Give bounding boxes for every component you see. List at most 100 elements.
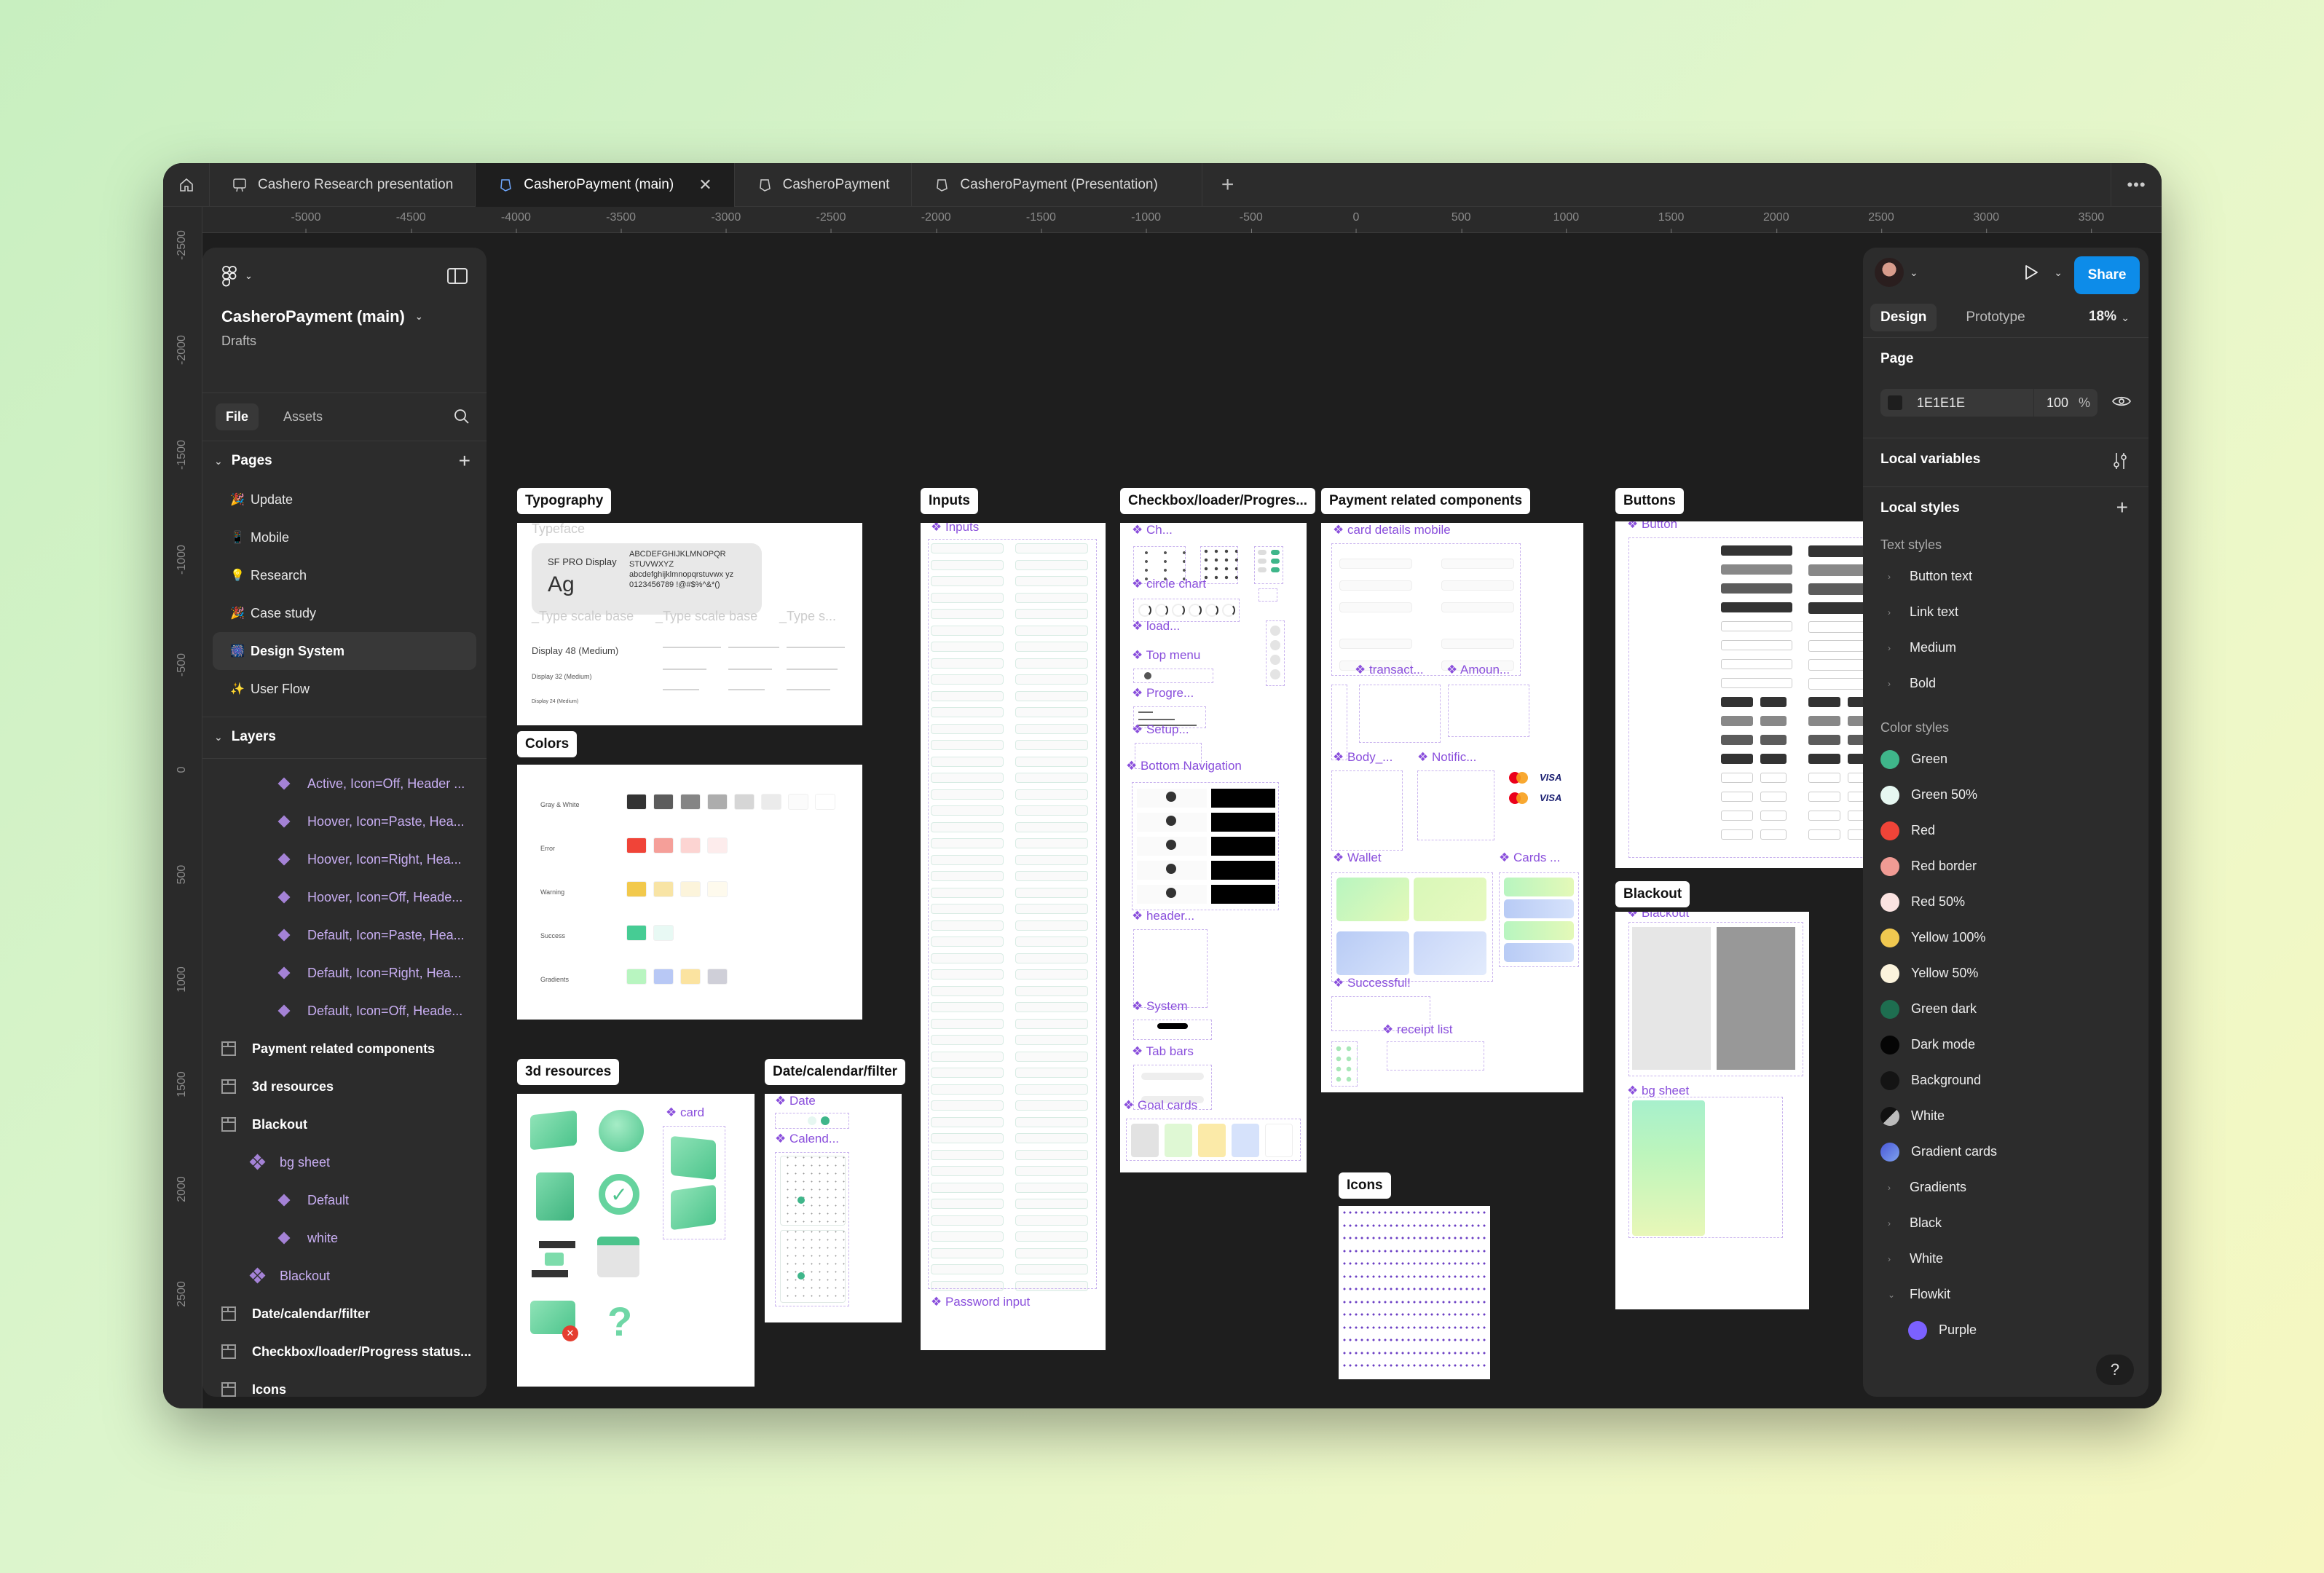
blackout-frame[interactable]: Blackout bg sheet xyxy=(1615,912,1809,1309)
component-bg-sheet-label[interactable]: bg sheet xyxy=(1627,1084,1689,1098)
color-swatch[interactable] xyxy=(707,969,728,985)
share-button[interactable]: Share xyxy=(2074,256,2140,294)
date-calendar-frame[interactable]: Date Calend... xyxy=(765,1094,902,1322)
frame-label-colors[interactable]: Colors xyxy=(517,731,578,757)
typography-frame[interactable]: Typeface SF PRO Display Ag ABCDEFGHIJKLM… xyxy=(517,523,862,725)
main-menu-button[interactable]: ⌄ xyxy=(221,265,468,287)
color-style-item[interactable]: Red border xyxy=(1863,848,2148,884)
color-style-item[interactable]: Dark mode xyxy=(1863,1027,2148,1063)
component-button-label[interactable]: Button xyxy=(1627,521,1677,532)
color-swatch[interactable] xyxy=(626,925,647,941)
new-tab-button[interactable]: + xyxy=(1202,173,1253,197)
body-set[interactable] xyxy=(1331,770,1403,851)
color-swatch[interactable] xyxy=(788,794,808,810)
frame-label-inputs[interactable]: Inputs xyxy=(921,488,978,514)
component-bottom-navigation-label[interactable]: Bottom Navigation xyxy=(1126,759,1242,773)
page-item-mobile[interactable]: 📱 Mobile xyxy=(213,519,476,556)
inputs-frame[interactable]: Inputs Password input xyxy=(921,523,1106,1350)
color-swatch[interactable] xyxy=(653,925,674,941)
color-swatch[interactable] xyxy=(626,969,647,985)
add-page-button[interactable]: + xyxy=(459,449,470,473)
chevron-down-icon[interactable]: ⌄ xyxy=(2121,312,2130,324)
component-progress-label[interactable]: Progre... xyxy=(1132,686,1194,701)
color-style-item[interactable]: Red 50% xyxy=(1863,884,2148,920)
frame-label-payment-components[interactable]: Payment related components xyxy=(1321,488,1531,514)
transactions-set[interactable] xyxy=(1359,685,1441,743)
checkbox-loader-frame[interactable]: Ch... circle chart load... Top menu Prog… xyxy=(1120,523,1307,1172)
layer-item[interactable]: Blackout xyxy=(202,1257,487,1295)
button-set[interactable] xyxy=(1628,537,1888,858)
page-item-design-system[interactable]: 🎆 Design System xyxy=(213,632,476,670)
file-location[interactable]: Drafts xyxy=(221,334,468,349)
component-tab-bars-label[interactable]: Tab bars xyxy=(1132,1044,1194,1059)
layer-item[interactable]: Default, Icon=Paste, Hea... xyxy=(202,916,487,954)
component-loader-label[interactable]: load... xyxy=(1132,619,1180,634)
page-color-field[interactable]: 1E1E1E 100 % xyxy=(1880,389,2097,417)
card-details-set[interactable] xyxy=(1331,543,1521,676)
color-group-item[interactable]: ⌄ Flowkit xyxy=(1863,1277,2148,1312)
component-blackout-label[interactable]: Blackout xyxy=(1627,912,1689,920)
color-swatch[interactable] xyxy=(653,837,674,853)
color-swatch[interactable] xyxy=(707,794,728,810)
frame-label-buttons[interactable]: Buttons xyxy=(1615,488,1684,514)
add-style-button[interactable]: + xyxy=(2116,496,2128,519)
tab-design[interactable]: Design xyxy=(1870,303,1937,331)
component-body-label[interactable]: Body_... xyxy=(1333,750,1393,765)
sidebar-toggle-icon[interactable] xyxy=(447,268,468,284)
page-color-hex[interactable]: 1E1E1E xyxy=(1917,395,2033,411)
color-group-item[interactable]: › White xyxy=(1863,1241,2148,1277)
help-button[interactable]: ? xyxy=(2096,1355,2134,1385)
bottom-navigation-set[interactable] xyxy=(1132,782,1279,910)
color-swatch[interactable] xyxy=(734,794,755,810)
avatar[interactable] xyxy=(1875,258,1904,287)
layer-item[interactable]: Date/calendar/filter xyxy=(202,1295,487,1333)
component-wallet-label[interactable]: Wallet xyxy=(1333,851,1382,865)
color-style-item[interactable]: White xyxy=(1863,1098,2148,1134)
component-transactions-label[interactable]: transact... xyxy=(1355,663,1424,677)
page-color-opacity[interactable]: 100 % xyxy=(2033,389,2097,417)
calendar-component-set[interactable] xyxy=(775,1152,849,1306)
search-button[interactable] xyxy=(453,408,470,429)
toggle-set[interactable] xyxy=(1254,546,1283,584)
color-swatch[interactable] xyxy=(680,794,701,810)
tab-casheropayment-presentation[interactable]: CasheroPayment (Presentation) xyxy=(912,163,1202,207)
layer-item[interactable]: 3d resources xyxy=(202,1068,487,1105)
frame-label-blackout[interactable]: Blackout xyxy=(1615,881,1690,907)
color-swatch[interactable] xyxy=(626,881,647,897)
wallet-set[interactable] xyxy=(1331,872,1493,982)
inputs-component-set[interactable] xyxy=(928,539,1097,1289)
frame-label-checkbox-loader[interactable]: Checkbox/loader/Progres... xyxy=(1120,488,1316,514)
layer-item[interactable]: Checkbox/loader/Progress status... xyxy=(202,1333,487,1371)
card-component-set[interactable] xyxy=(663,1126,725,1239)
color-style-item[interactable]: Purple xyxy=(1863,1312,2148,1348)
date-component-set[interactable] xyxy=(775,1113,849,1129)
component-cards-label[interactable]: Cards ... xyxy=(1499,851,1560,865)
color-swatch[interactable] xyxy=(680,837,701,853)
color-group-item[interactable]: › Gradients xyxy=(1863,1170,2148,1205)
layer-item[interactable]: Payment related components xyxy=(202,1030,487,1068)
action-icon-set[interactable] xyxy=(1331,685,1347,760)
color-swatch[interactable] xyxy=(680,969,701,985)
color-style-item[interactable]: Background xyxy=(1863,1063,2148,1098)
3d-resources-frame[interactable]: ✓ ✕ ? card xyxy=(517,1094,755,1387)
color-swatch[interactable] xyxy=(653,881,674,897)
text-style-item[interactable]: › Bold xyxy=(1863,666,2148,701)
variables-icon[interactable] xyxy=(2112,452,2128,476)
layer-item[interactable]: Blackout xyxy=(202,1105,487,1143)
visibility-toggle[interactable] xyxy=(2112,395,2131,411)
layer-item[interactable]: Hoover, Icon=Paste, Hea... xyxy=(202,803,487,840)
component-receipt-list-label[interactable]: receipt list xyxy=(1382,1022,1453,1037)
tab-assets[interactable]: Assets xyxy=(273,403,333,430)
component-top-menu-label[interactable]: Top menu xyxy=(1132,648,1201,663)
component-card-label[interactable]: card xyxy=(666,1105,704,1120)
notifications-set[interactable] xyxy=(1417,770,1494,840)
layer-item[interactable]: white xyxy=(202,1219,487,1257)
tab-casheropayment-main[interactable]: CasheroPayment (main) ✕ xyxy=(476,163,735,207)
buttons-frame[interactable]: Button xyxy=(1615,521,1898,868)
color-swatch[interactable] xyxy=(653,969,674,985)
frame-label-typography[interactable]: Typography xyxy=(517,488,612,514)
chevron-down-icon[interactable]: ⌄ xyxy=(1910,267,1918,279)
status-dots-set[interactable] xyxy=(1331,1041,1358,1087)
color-style-item[interactable]: Yellow 100% xyxy=(1863,920,2148,955)
text-style-item[interactable]: › Button text xyxy=(1863,559,2148,594)
